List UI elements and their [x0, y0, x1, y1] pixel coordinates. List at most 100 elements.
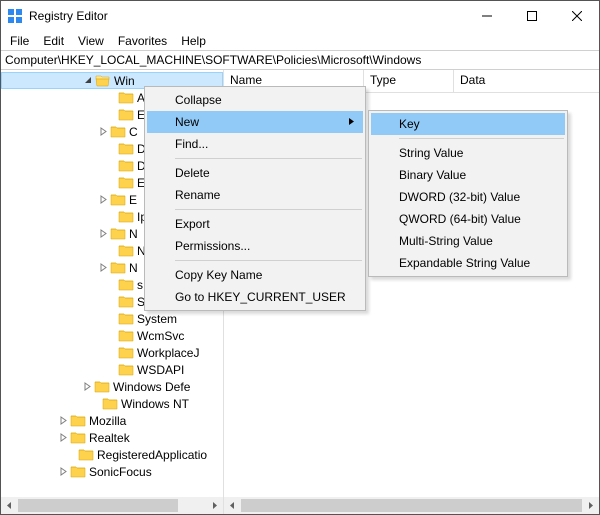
titlebar[interactable]: Registry Editor: [1, 1, 599, 31]
tree-item[interactable]: SonicFocus: [1, 463, 223, 480]
menu-item-delete[interactable]: Delete: [147, 162, 363, 184]
tree-item[interactable]: Realtek: [1, 429, 223, 446]
chevron-right-icon[interactable]: [97, 125, 110, 138]
menu-help[interactable]: Help: [174, 33, 213, 49]
menu-item-dword-32-bit-value[interactable]: DWORD (32-bit) Value: [371, 186, 565, 208]
menu-item-copy-key-name[interactable]: Copy Key Name: [147, 264, 363, 286]
column-data[interactable]: Data: [454, 70, 599, 92]
menu-item-label: QWORD (64-bit) Value: [399, 212, 521, 226]
menu-item-collapse[interactable]: Collapse: [147, 89, 363, 111]
tree-hscrollbar[interactable]: [1, 497, 223, 514]
menu-view[interactable]: View: [71, 33, 111, 49]
menu-item-qword-64-bit-value[interactable]: QWORD (64-bit) Value: [371, 208, 565, 230]
column-type[interactable]: Type: [364, 70, 454, 92]
menu-item-label: Copy Key Name: [175, 268, 262, 282]
expander-placeholder: [105, 108, 118, 121]
chevron-right-icon[interactable]: [97, 193, 110, 206]
chevron-right-icon[interactable]: [57, 465, 70, 478]
chevron-right-icon[interactable]: [97, 227, 110, 240]
maximize-button[interactable]: [509, 1, 554, 31]
menu-item-export[interactable]: Export: [147, 213, 363, 235]
tree-item[interactable]: WcmSvc: [1, 327, 223, 344]
chevron-right-icon[interactable]: [57, 431, 70, 444]
folder-icon: [118, 311, 134, 327]
menu-separator: [175, 209, 362, 210]
tree-item[interactable]: WSDAPI: [1, 361, 223, 378]
chevron-down-icon[interactable]: [82, 74, 95, 87]
menu-item-label: Key: [399, 117, 420, 131]
menu-item-label: Permissions...: [175, 239, 250, 253]
tree-item[interactable]: RegisteredApplicatio: [1, 446, 223, 463]
tree-item-label: s: [137, 278, 143, 292]
menu-item-new[interactable]: New: [147, 111, 363, 133]
menu-edit[interactable]: Edit: [36, 33, 71, 49]
folder-icon: [118, 294, 134, 310]
menu-favorites[interactable]: Favorites: [111, 33, 174, 49]
tree-item[interactable]: Windows NT: [1, 395, 223, 412]
context-menu[interactable]: Collapse New Find... Delete Rename Export Perm…: [144, 86, 366, 311]
scroll-right-button[interactable]: [206, 497, 223, 514]
expander-placeholder: [105, 312, 118, 325]
chevron-right-icon[interactable]: [57, 414, 70, 427]
close-button[interactable]: [554, 1, 599, 31]
context-submenu-new[interactable]: Key String ValueBinary ValueDWORD (32-bit…: [368, 110, 568, 277]
tree-item-label: N: [129, 227, 138, 241]
expander-placeholder: [105, 278, 118, 291]
folder-icon: [118, 209, 134, 225]
menu-item-expandable-string-value[interactable]: Expandable String Value: [371, 252, 565, 274]
folder-icon: [110, 124, 126, 140]
menu-item-label: Rename: [175, 188, 220, 202]
folder-icon: [70, 413, 86, 429]
scroll-track[interactable]: [241, 497, 582, 514]
scroll-thumb[interactable]: [18, 499, 178, 512]
expander-placeholder: [65, 448, 78, 461]
folder-icon: [118, 345, 134, 361]
expander-placeholder: [105, 363, 118, 376]
menu-item-binary-value[interactable]: Binary Value: [371, 164, 565, 186]
tree-item[interactable]: Windows Defe: [1, 378, 223, 395]
address-path: Computer\HKEY_LOCAL_MACHINE\SOFTWARE\Pol…: [5, 53, 421, 67]
menu-item-permissions[interactable]: Permissions...: [147, 235, 363, 257]
tree-item-label: Windows NT: [121, 397, 189, 411]
minimize-button[interactable]: [464, 1, 509, 31]
folder-icon: [70, 430, 86, 446]
folder-icon: [94, 379, 110, 395]
scroll-right-button[interactable]: [582, 497, 599, 514]
values-hscrollbar[interactable]: [224, 497, 599, 514]
menu-item-label: Collapse: [175, 93, 222, 107]
menu-item-multi-string-value[interactable]: Multi-String Value: [371, 230, 565, 252]
tree-item-label: Mozilla: [89, 414, 126, 428]
chevron-right-icon[interactable]: [97, 261, 110, 274]
expander-placeholder: [105, 142, 118, 155]
menu-item-label: Go to HKEY_CURRENT_USER: [175, 290, 346, 304]
menu-item-rename[interactable]: Rename: [147, 184, 363, 206]
menu-item-go-to-hkey-current-user[interactable]: Go to HKEY_CURRENT_USER: [147, 286, 363, 308]
scroll-track[interactable]: [18, 497, 206, 514]
address-bar[interactable]: Computer\HKEY_LOCAL_MACHINE\SOFTWARE\Pol…: [1, 50, 599, 70]
scroll-left-button[interactable]: [1, 497, 18, 514]
folder-icon: [118, 175, 134, 191]
menu-item-label: New: [175, 115, 199, 129]
scroll-left-button[interactable]: [224, 497, 241, 514]
chevron-right-icon[interactable]: [81, 380, 94, 393]
scroll-thumb[interactable]: [241, 499, 582, 512]
menu-item-key[interactable]: Key: [371, 113, 565, 135]
tree-item-label: RegisteredApplicatio: [97, 448, 207, 462]
menu-item-string-value[interactable]: String Value: [371, 142, 565, 164]
folder-icon: [118, 243, 134, 259]
menu-separator: [175, 260, 362, 261]
tree-item[interactable]: System: [1, 310, 223, 327]
tree-item[interactable]: WorkplaceJ: [1, 344, 223, 361]
tree-item-label: Win: [114, 74, 135, 88]
folder-icon: [70, 464, 86, 480]
expander-placeholder: [105, 346, 118, 359]
tree-item[interactable]: Mozilla: [1, 412, 223, 429]
folder-icon: [118, 277, 134, 293]
menu-item-find[interactable]: Find...: [147, 133, 363, 155]
expander-placeholder: [105, 295, 118, 308]
folder-icon: [118, 90, 134, 106]
tree-item-label: SonicFocus: [89, 465, 152, 479]
menubar: File Edit View Favorites Help: [1, 31, 599, 50]
menu-separator: [399, 138, 564, 139]
menu-file[interactable]: File: [3, 33, 36, 49]
